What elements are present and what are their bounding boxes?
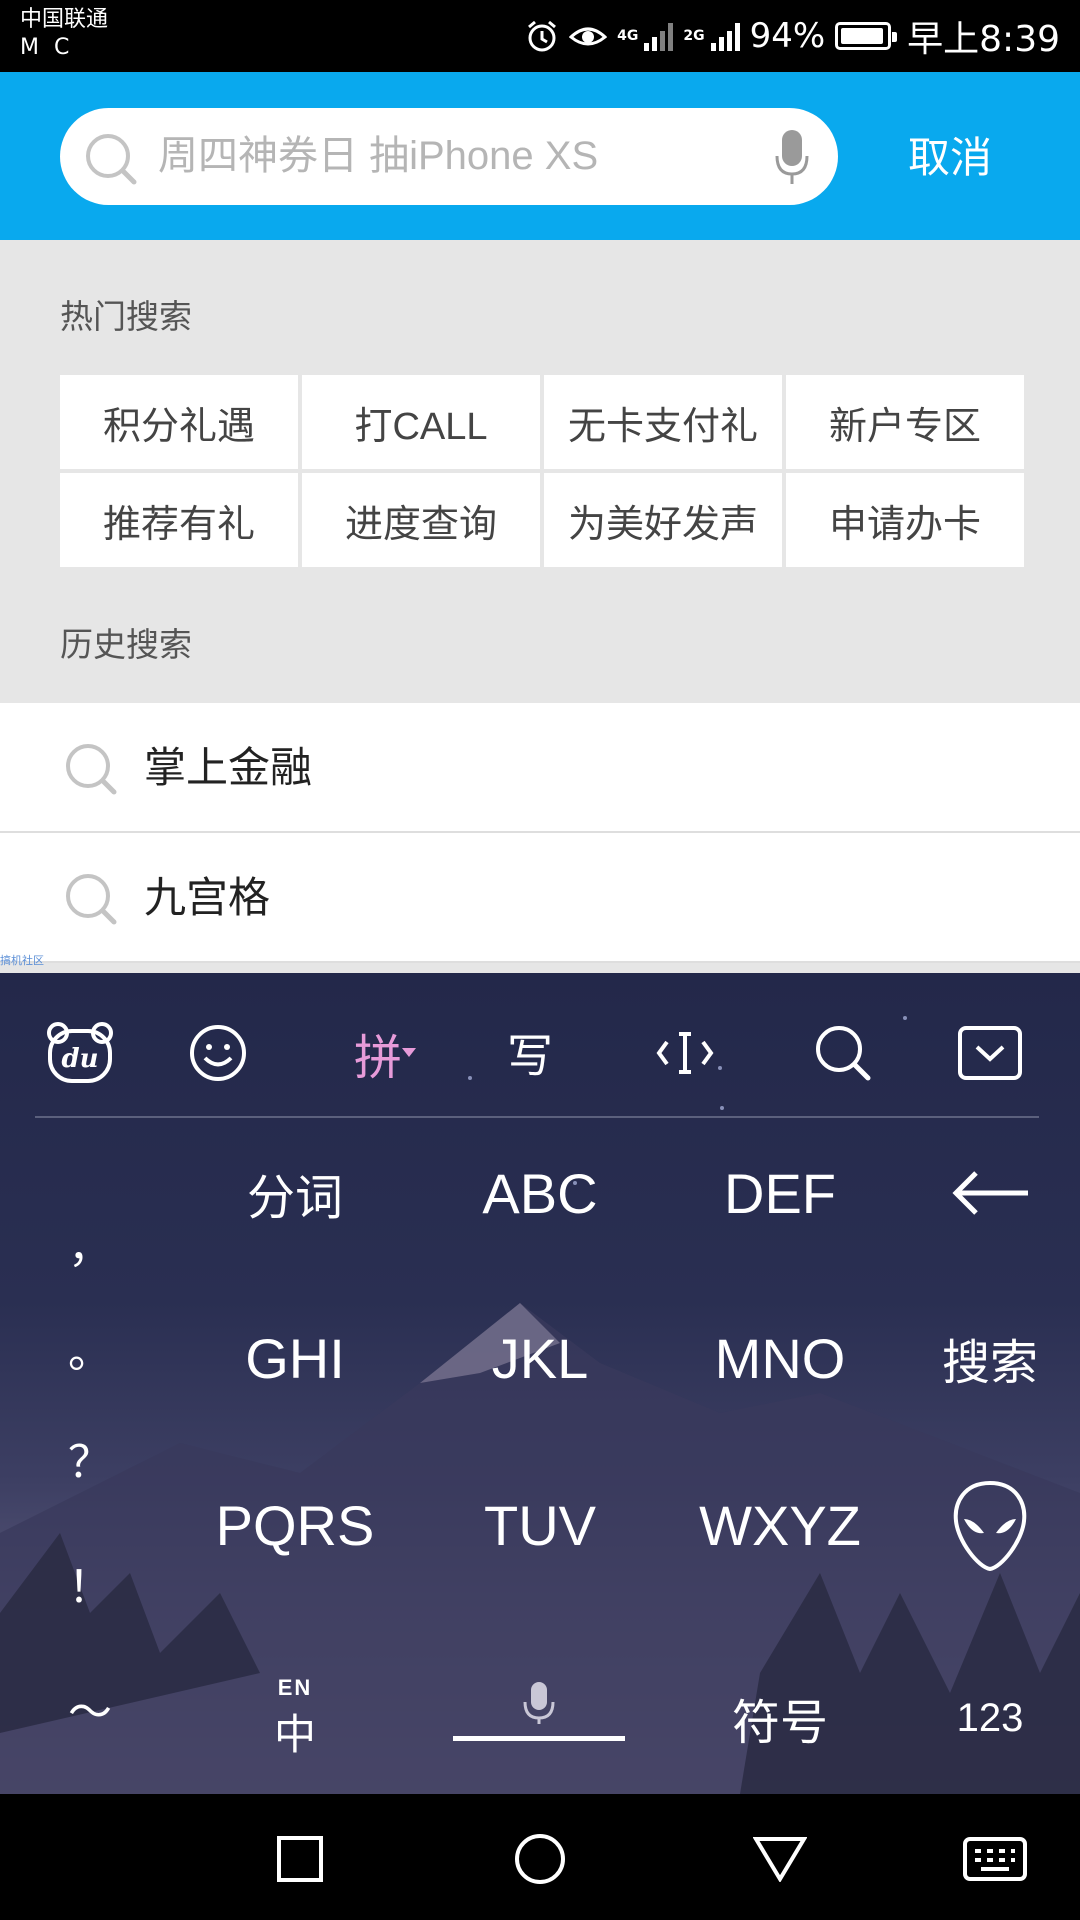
history-list: 掌上金融 九宫格 (0, 703, 1080, 963)
microphone-icon[interactable] (774, 128, 810, 190)
watermark: 搞机社区 (0, 954, 44, 967)
caret-down-icon (402, 1048, 416, 1057)
signal-2g-icon (710, 21, 740, 51)
battery-icon (835, 22, 898, 50)
history-item[interactable]: 九宫格 (0, 833, 1080, 963)
backspace-arrow-icon (952, 1171, 1028, 1215)
network-2g-label: 2G (683, 28, 705, 44)
search-icon (62, 870, 120, 932)
language-switch-key[interactable]: EN 中 (240, 1668, 350, 1768)
hot-search-grid: 积分礼遇 打CALL 无卡支付礼 新户专区 推荐有礼 进度查询 为美好发声 申请… (60, 375, 1024, 567)
eye-comfort-icon (569, 21, 608, 51)
battery-percent: 94% (749, 16, 826, 56)
baidu-logo-icon[interactable]: du (40, 1013, 120, 1093)
ime-keyboard: du 拼 写 ， 。 ？ ！ ～ 分词 ABC DEF GHI JKL MNO … (0, 973, 1080, 1794)
keyboard-switch-icon[interactable] (955, 1824, 1035, 1894)
hot-search-item[interactable]: 推荐有礼 (60, 473, 298, 567)
key-jkl[interactable]: JKL (425, 1303, 655, 1413)
recent-apps-icon[interactable] (265, 1824, 335, 1894)
hot-search-title: 热门搜索 (60, 297, 192, 336)
keyboard-search-icon[interactable] (803, 1013, 883, 1093)
carrier-sub: M C (20, 35, 74, 60)
emoji-icon[interactable] (178, 1013, 258, 1093)
search-icon (62, 740, 120, 802)
hot-search-item[interactable]: 无卡支付礼 (544, 375, 782, 469)
key-fenci[interactable]: 分词 (180, 1138, 410, 1248)
key-wxyz[interactable]: WXYZ (665, 1468, 895, 1583)
key-abc[interactable]: ABC (425, 1138, 655, 1248)
hot-search-item[interactable]: 新户专区 (786, 375, 1024, 469)
lang-zh-label: 中 (273, 1710, 316, 1758)
search-header: 取消 (0, 72, 1080, 240)
search-action-key[interactable]: 搜索 (920, 1303, 1060, 1413)
space-key-bar (453, 1736, 625, 1741)
history-title: 历史搜索 (60, 625, 192, 664)
cancel-button[interactable]: 取消 (900, 128, 1000, 188)
navigation-bar (0, 1794, 1080, 1920)
hot-search-item[interactable]: 为美好发声 (544, 473, 782, 567)
key-def[interactable]: DEF (665, 1138, 895, 1248)
backspace-key[interactable] (930, 1138, 1050, 1248)
key-ghi[interactable]: GHI (180, 1303, 410, 1413)
pinyin-mode-button[interactable]: 拼 (340, 1013, 430, 1093)
svg-text:du: du (61, 1044, 98, 1074)
clock: 早上8:39 (907, 19, 1060, 60)
handwriting-button[interactable]: 写 (490, 1013, 570, 1093)
back-icon[interactable] (745, 1824, 815, 1894)
hide-keyboard-icon[interactable] (950, 1013, 1030, 1093)
history-item-label: 九宫格 (144, 873, 271, 922)
status-bar: 中国联通 M C 4G 2G 94% 早上8:39 (0, 0, 1080, 72)
alien-icon (953, 1480, 1027, 1571)
search-box[interactable] (60, 108, 838, 205)
toolbar-divider (35, 1116, 1039, 1118)
history-item[interactable]: 掌上金融 (0, 703, 1080, 833)
signal-4g-icon (644, 21, 674, 51)
numbers-key[interactable]: 123 (935, 1673, 1045, 1763)
history-item-label: 掌上金融 (144, 743, 313, 792)
alien-emoji-key[interactable] (935, 1468, 1045, 1583)
space-key[interactable] (453, 1663, 625, 1743)
carrier: 中国联通 M C (20, 6, 108, 62)
hot-search-item[interactable]: 进度查询 (302, 473, 540, 567)
hot-search-item[interactable]: 打CALL (302, 375, 540, 469)
carrier-name: 中国联通 (20, 7, 109, 32)
lang-en-label: EN (277, 1674, 313, 1700)
punct-comma-key[interactable]: ， (40, 1198, 140, 1288)
cursor-move-icon[interactable] (645, 1013, 725, 1093)
search-input[interactable] (156, 126, 716, 186)
network-4g-label: 4G (617, 28, 639, 44)
symbols-key[interactable]: 符号 (665, 1673, 895, 1763)
punct-exclaim-key[interactable]: ！ (40, 1538, 140, 1628)
keyboard-toolbar: du 拼 写 (0, 973, 1080, 1118)
home-icon[interactable] (505, 1824, 575, 1894)
key-pqrs[interactable]: PQRS (180, 1468, 410, 1583)
punct-tilde-key[interactable]: ～ (40, 1663, 140, 1753)
handwriting-label: 写 (507, 1029, 553, 1083)
search-icon (82, 130, 140, 192)
pinyin-mode-label: 拼 (353, 1030, 402, 1086)
voice-input-icon (523, 1682, 555, 1724)
punct-period-key[interactable]: 。 (40, 1303, 140, 1393)
key-mno[interactable]: MNO (665, 1303, 895, 1413)
hot-search-item[interactable]: 积分礼遇 (60, 375, 298, 469)
punct-question-key[interactable]: ？ (40, 1413, 140, 1503)
hot-search-item[interactable]: 申请办卡 (786, 473, 1024, 567)
key-tuv[interactable]: TUV (425, 1468, 655, 1583)
alarm-icon (525, 19, 559, 53)
